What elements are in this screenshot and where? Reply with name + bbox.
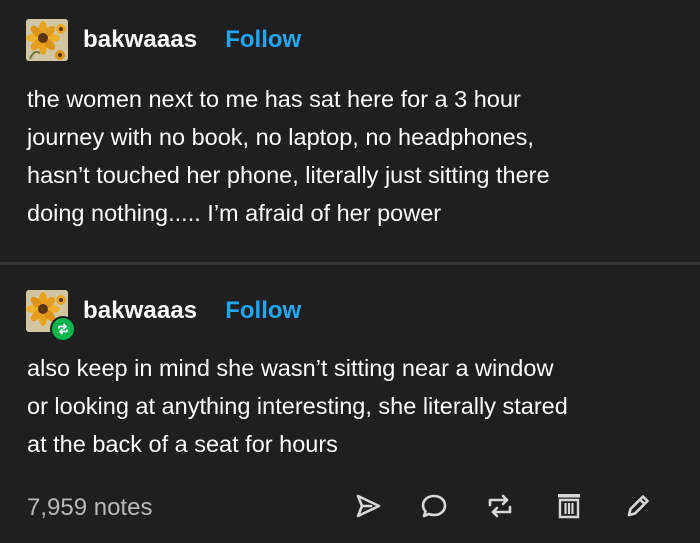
share-icon[interactable]: [352, 490, 384, 522]
post-body-line: hasn’t touched her phone, literally just…: [27, 162, 550, 188]
reply-icon[interactable]: [418, 490, 450, 522]
post-body-line: the women next to me has sat here for a …: [27, 86, 521, 112]
reblog-icon[interactable]: [484, 490, 516, 522]
post-body-line: at the back of a seat for hours: [27, 431, 338, 457]
notes-count[interactable]: 7,959 notes: [27, 492, 152, 524]
username[interactable]: bakwaaas: [83, 26, 197, 54]
avatar[interactable]: [26, 19, 68, 61]
delete-icon[interactable]: [553, 490, 585, 522]
post-footer: 7,959 notes: [0, 490, 700, 526]
original-post: bakwaaas Follow the women next to me has…: [0, 0, 700, 263]
username[interactable]: bakwaaas: [83, 297, 197, 325]
post-body-line: doing nothing..... I’m afraid of her pow…: [27, 200, 442, 226]
reblog-badge-icon: [50, 316, 76, 342]
avatar[interactable]: [26, 290, 76, 342]
post-header: bakwaaas Follow: [26, 288, 301, 342]
sunflower-avatar-image: [26, 19, 68, 61]
follow-button[interactable]: Follow: [225, 26, 301, 54]
post-header: bakwaaas Follow: [26, 17, 301, 63]
post-body: the women next to me has sat here for a …: [27, 80, 670, 232]
post-body-line: also keep in mind she wasn’t sitting nea…: [27, 355, 554, 381]
follow-button[interactable]: Follow: [225, 297, 301, 325]
edit-icon[interactable]: [622, 490, 654, 522]
post-body-line: journey with no book, no laptop, no head…: [27, 124, 534, 150]
tumblr-post-screenshot: bakwaaas Follow the women next to me has…: [0, 0, 700, 543]
post-body: also keep in mind she wasn’t sitting nea…: [27, 349, 670, 463]
post-body-line: or looking at anything interesting, she …: [27, 393, 568, 419]
